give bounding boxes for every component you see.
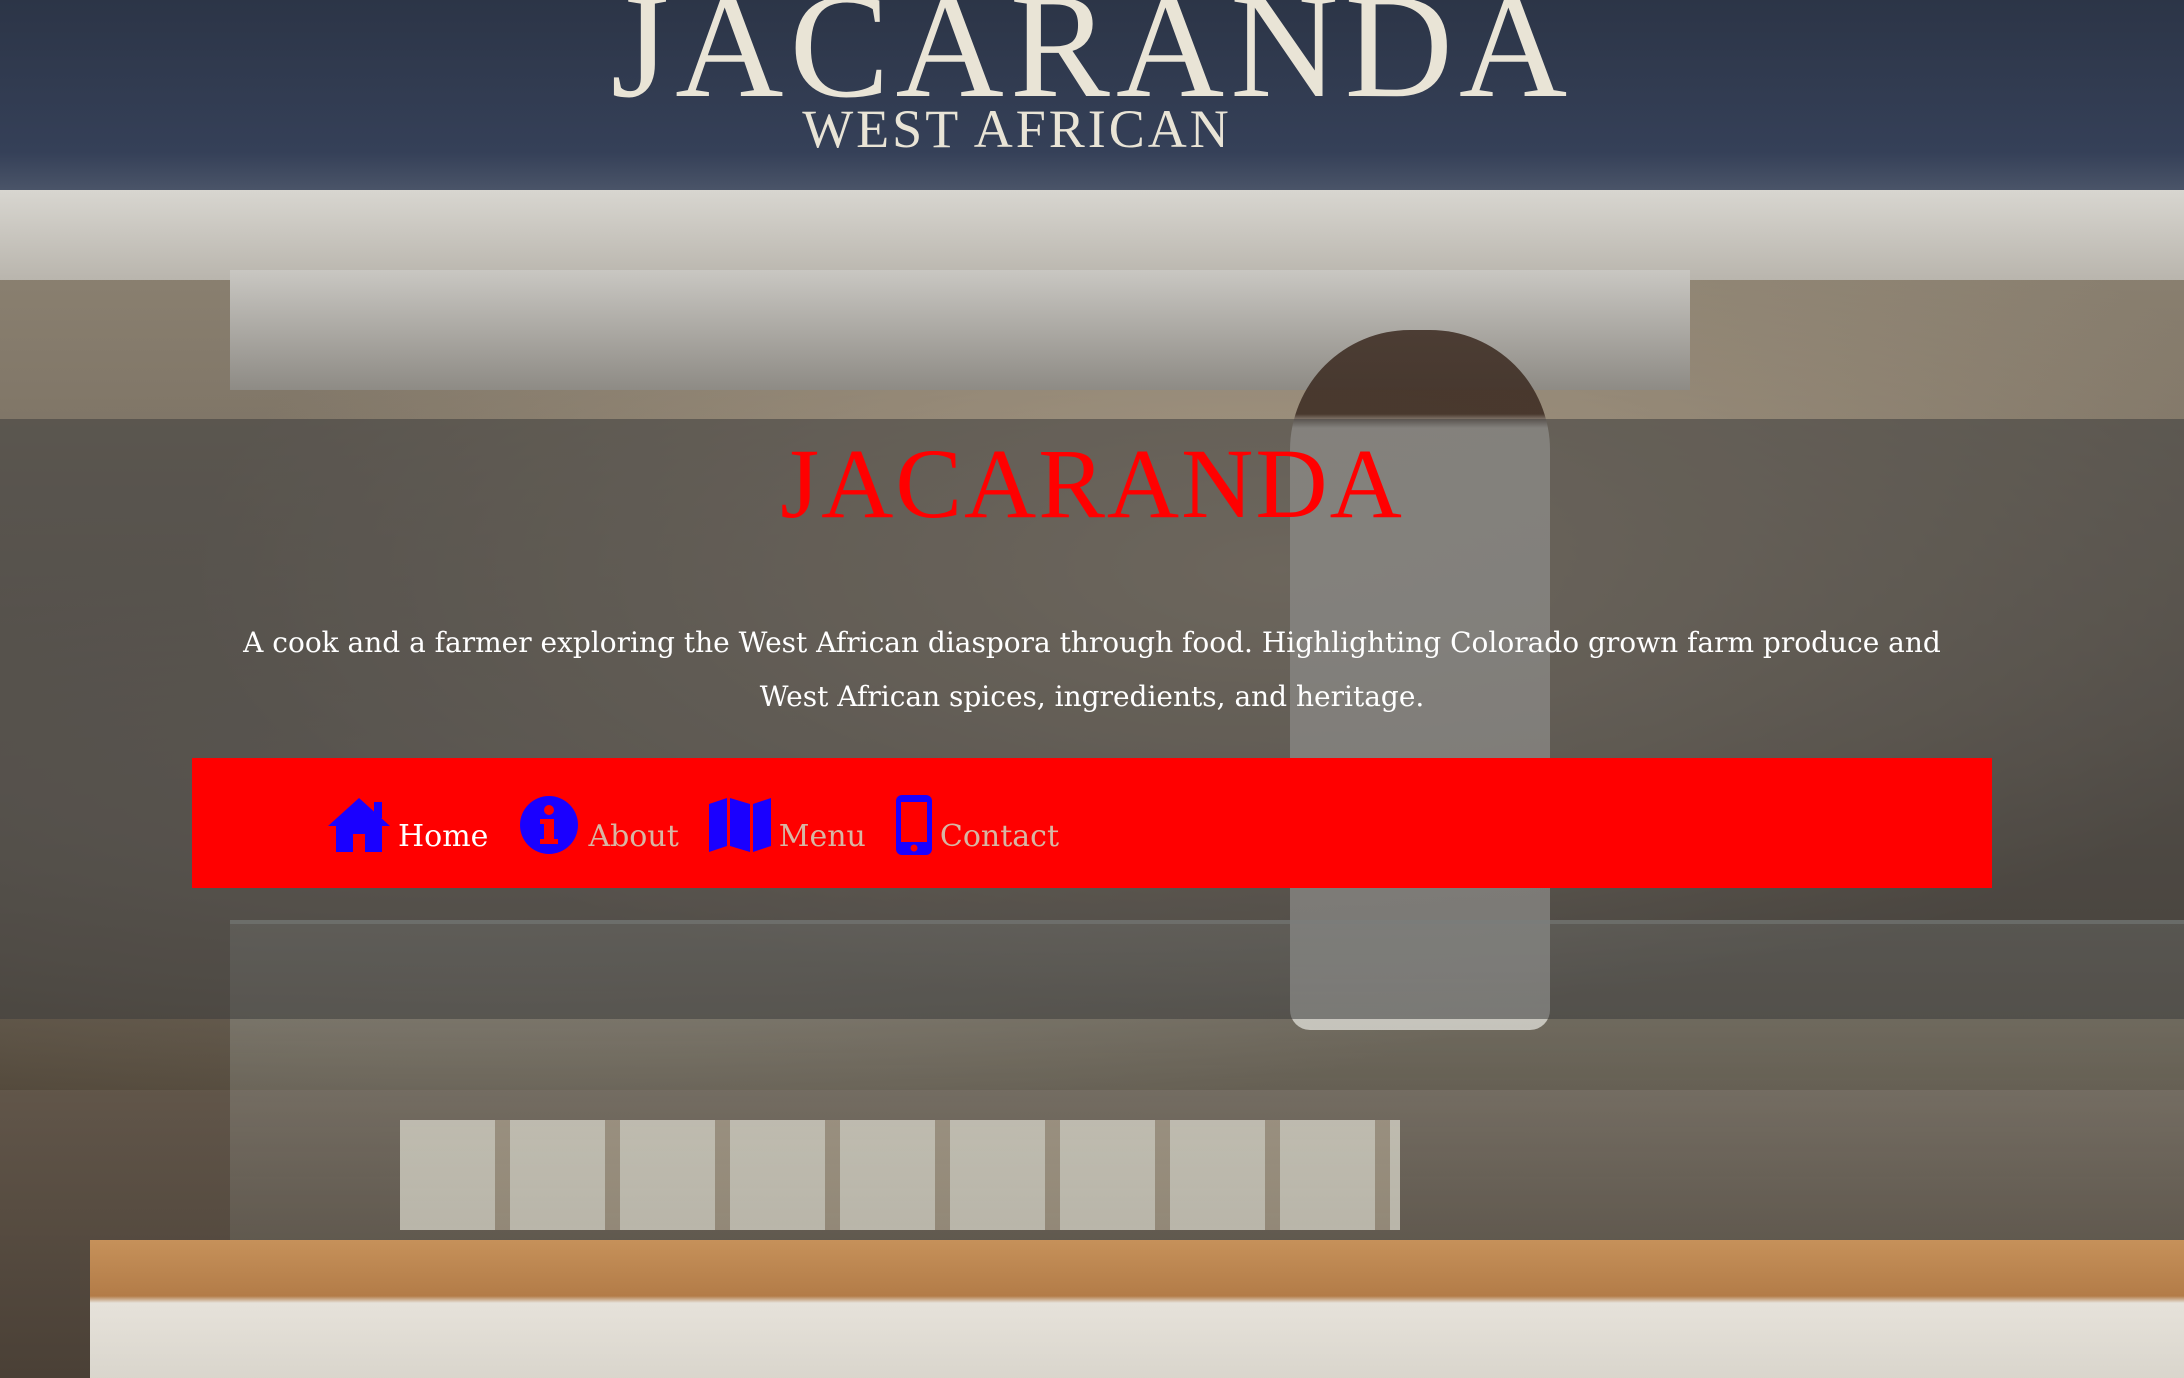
nav-item-home[interactable]: Home <box>326 794 488 856</box>
nav-item-contact[interactable]: Contact <box>894 794 1059 856</box>
nav-item-about[interactable]: About <box>516 794 679 856</box>
nav-link-contact[interactable]: Contact <box>940 820 1059 854</box>
ceiling-strip <box>0 190 2184 280</box>
nav-item-menu[interactable]: Menu <box>707 794 866 856</box>
mobile-phone-icon <box>894 794 934 856</box>
hero-section: JACARANDA WEST AFRICAN JACARANDA A cook … <box>0 0 2184 1378</box>
nav-link-home[interactable]: Home <box>398 820 488 854</box>
site-tagline: A cook and a farmer exploring the West A… <box>243 626 1941 713</box>
main-navigation: Home About Menu Contact <box>192 758 1992 888</box>
info-circle-icon <box>516 794 582 856</box>
wooden-counter <box>90 1240 2184 1378</box>
sign-subtitle: WEST AFRICAN <box>802 99 1232 159</box>
home-icon <box>326 794 392 856</box>
map-icon <box>707 794 773 856</box>
restaurant-sign: JACARANDA WEST AFRICAN <box>0 0 2184 190</box>
nav-list: Home About Menu Contact <box>326 786 1059 856</box>
nav-link-about[interactable]: About <box>588 820 678 854</box>
site-title: JACARANDA <box>780 428 1404 539</box>
nav-link-menu[interactable]: Menu <box>779 820 866 854</box>
